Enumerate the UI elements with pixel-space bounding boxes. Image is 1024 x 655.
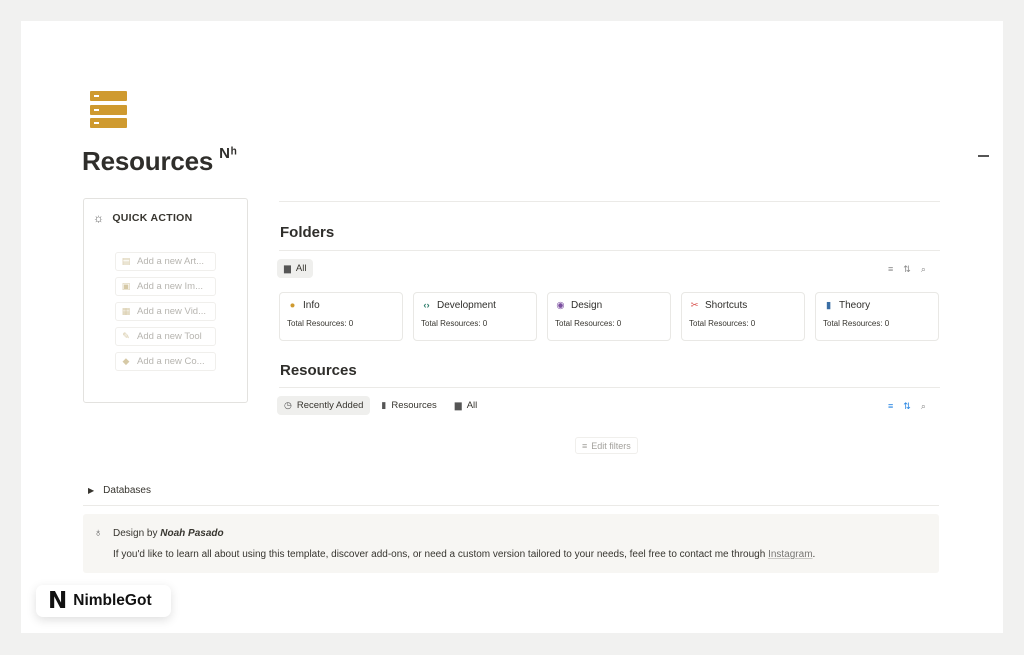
search-icon[interactable]: ⌕ <box>921 401 926 412</box>
page-title-suffix: Nʰ <box>219 145 238 162</box>
edit-filters-button[interactable]: ≡ Edit filters <box>575 437 638 454</box>
design-credit-callout: ♁ Design by Noah Pasado If you'd like to… <box>83 514 939 573</box>
folders-view-tools: ≡ ⇅ ⌕ <box>888 264 926 275</box>
filter-icon: ≡ <box>582 440 588 451</box>
resources-heading: Resources <box>280 362 357 379</box>
sort-icon[interactable]: ⇅ <box>903 264 911 275</box>
palette-icon: ◉ <box>556 300 565 311</box>
filter-icon[interactable]: ≡ <box>888 264 893 275</box>
add-video-button[interactable]: ▦ Add a new Vid... <box>115 302 216 321</box>
divider <box>279 250 940 251</box>
code-icon: ‹› <box>423 300 430 311</box>
server-stack-icon[interactable] <box>90 91 127 128</box>
film-icon: ▦ <box>121 306 131 316</box>
collapse-icon[interactable] <box>978 155 989 157</box>
folder-card-design[interactable]: ◉ Design Total Resources: 0 <box>547 292 671 341</box>
nimblegot-logo-icon: N <box>48 587 68 614</box>
brand-badge: N NimbleGot <box>36 585 171 617</box>
folder-card-count: Total Resources: 0 <box>823 319 890 328</box>
image-icon: ▣ <box>121 281 131 291</box>
folder-card-count: Total Resources: 0 <box>421 319 488 328</box>
folder-card-count: Total Resources: 0 <box>287 319 354 328</box>
folder-card-shortcuts[interactable]: ✂ Shortcuts Total Resources: 0 <box>681 292 805 341</box>
brand-name: NimbleGot <box>73 592 152 609</box>
folder-card-count: Total Resources: 0 <box>555 319 622 328</box>
quick-action-header: ☼ QUICK ACTION <box>93 211 193 225</box>
callout-message: If you'd like to learn all about using t… <box>113 549 816 560</box>
quick-action-panel: ☼ QUICK ACTION ▤ Add a new Art... ▣ Add … <box>83 198 248 403</box>
book-icon: ▮ <box>825 300 832 311</box>
author-name: Noah Pasado <box>160 528 224 539</box>
folders-heading: Folders <box>280 224 335 241</box>
divider <box>279 387 940 388</box>
tab-recently-added[interactable]: ◷ Recently Added <box>277 396 371 415</box>
filter-icon[interactable]: ≡ <box>888 401 893 412</box>
folder-card-count: Total Resources: 0 <box>689 319 756 328</box>
add-image-button[interactable]: ▣ Add a new Im... <box>115 277 216 296</box>
page-title: Resources Nʰ <box>82 145 238 176</box>
search-icon[interactable]: ⌕ <box>921 264 926 275</box>
add-tool-button[interactable]: ✎ Add a new Tool <box>115 327 216 346</box>
folder-card-theory[interactable]: ▮ Theory Total Resources: 0 <box>815 292 939 341</box>
clock-icon: ◷ <box>284 400 292 410</box>
sort-icon[interactable]: ⇅ <box>903 401 911 412</box>
folder-cards: ● Info Total Resources: 0 ‹› Development… <box>279 292 939 341</box>
wrench-icon: ✎ <box>122 331 130 341</box>
archive-icon: ▆ <box>454 400 462 410</box>
resources-view-tools: ≡ ⇅ ⌕ <box>888 401 926 412</box>
divider <box>279 201 940 202</box>
resources-tabs: ◷ Recently Added ▮ Resources ▆ All <box>277 396 484 415</box>
folder-card-info[interactable]: ● Info Total Resources: 0 <box>279 292 403 341</box>
lightbulb-icon: ♁ <box>94 527 103 539</box>
add-course-button[interactable]: ◆ Add a new Co... <box>115 352 216 371</box>
design-credit: Design by Noah Pasado <box>113 528 224 539</box>
tab-resources[interactable]: ▮ Resources <box>374 396 443 415</box>
bookmark-icon: ▮ <box>381 400 387 410</box>
tab-resources-all[interactable]: ▆ All <box>448 396 484 415</box>
divider <box>83 505 939 506</box>
quick-action-list: ▤ Add a new Art... ▣ Add a new Im... ▦ A… <box>115 252 216 371</box>
add-article-button[interactable]: ▤ Add a new Art... <box>115 252 216 271</box>
document-icon: ▤ <box>121 256 131 266</box>
cursor-click-icon: ☼ <box>93 211 105 225</box>
archive-icon: ▆ <box>284 263 291 273</box>
databases-toggle[interactable]: ▶ Databases <box>88 485 151 496</box>
scissors-icon: ✂ <box>690 300 699 311</box>
notion-page: Resources Nʰ ☼ QUICK ACTION ▤ Add a new A… <box>21 21 1003 633</box>
graduation-cap-icon: ◆ <box>122 356 130 366</box>
instagram-link[interactable]: Instagram <box>768 549 812 560</box>
tab-folders-all[interactable]: ▆ All <box>277 259 314 278</box>
folder-card-development[interactable]: ‹› Development Total Resources: 0 <box>413 292 537 341</box>
info-icon: ● <box>289 300 296 311</box>
triangle-right-icon: ▶ <box>88 486 95 495</box>
